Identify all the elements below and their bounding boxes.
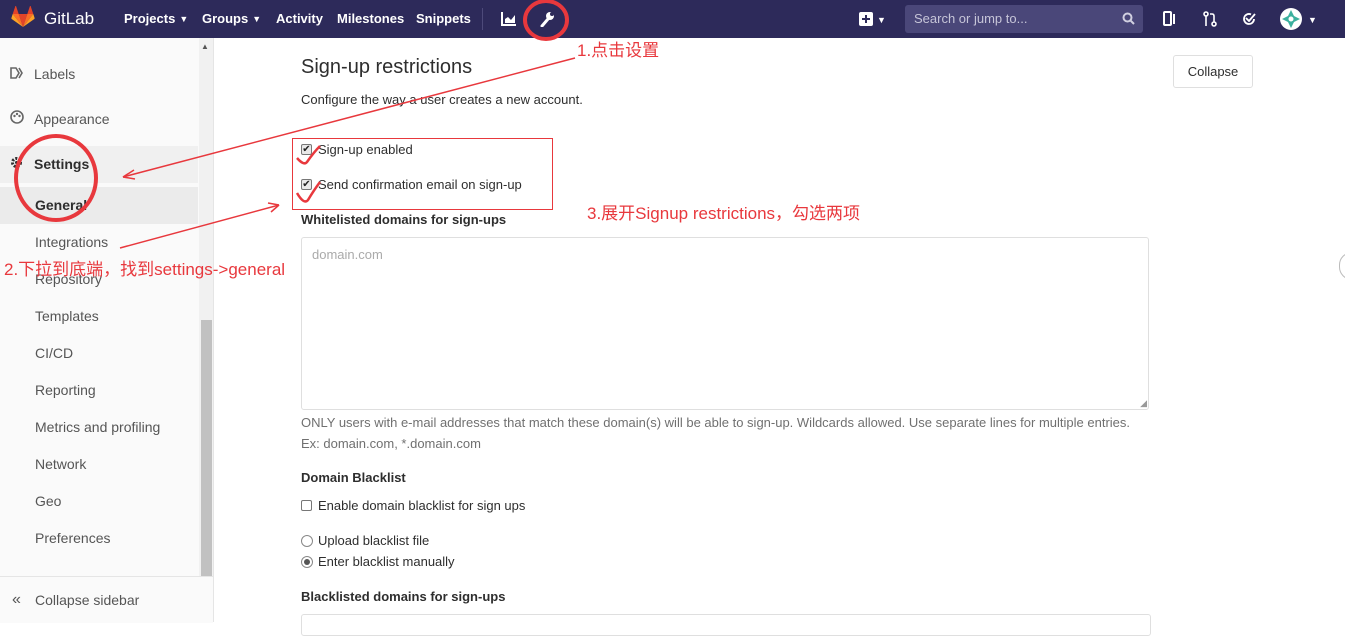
sidebar-sub-geo[interactable]: Geo bbox=[0, 483, 198, 520]
annotation-step-3: 3.展开Signup restrictions，勾选两项 bbox=[587, 204, 861, 223]
search-placeholder: Search or jump to... bbox=[914, 11, 1028, 26]
sidebar-sub-metrics[interactable]: Metrics and profiling bbox=[0, 409, 198, 446]
manual-blacklist-label[interactable]: Enter blacklist manually bbox=[318, 552, 455, 572]
sidebar-item-label: Labels bbox=[34, 66, 76, 82]
sidebar-sub-label: Metrics and profiling bbox=[35, 419, 161, 435]
nav-milestones[interactable]: Milestones bbox=[337, 0, 404, 38]
nav-snippets[interactable]: Snippets bbox=[416, 0, 471, 38]
search-icon bbox=[1122, 5, 1135, 33]
collapse-section-button[interactable]: Collapse bbox=[1173, 55, 1253, 88]
sidebar-sub-label: Templates bbox=[35, 308, 99, 324]
scroll-up-arrow-icon[interactable]: ▲ bbox=[201, 42, 209, 51]
nav-projects[interactable]: Projects ▼ bbox=[124, 0, 188, 38]
whitelist-placeholder: domain.com bbox=[312, 247, 383, 262]
sidebar-sub-label: General bbox=[35, 197, 88, 213]
chevron-down-icon: ▼ bbox=[179, 14, 189, 24]
upload-blacklist-radio[interactable] bbox=[301, 535, 313, 547]
wrench-icon[interactable] bbox=[539, 0, 555, 38]
sidebar-item-settings[interactable]: Settings bbox=[0, 146, 198, 183]
chevron-down-icon: ▼ bbox=[252, 14, 262, 24]
nav-divider bbox=[482, 8, 483, 30]
nav-projects-label: Projects bbox=[124, 11, 176, 26]
top-navbar: GitLab Projects ▼ Groups ▼ Activity Milest… bbox=[0, 0, 1345, 38]
tanuki-icon bbox=[11, 5, 35, 27]
blacklisted-domains-label: Blacklisted domains for sign-ups bbox=[301, 589, 506, 604]
new-item-icon[interactable]: ▼ bbox=[859, 0, 886, 38]
sidebar-sub-label: Geo bbox=[35, 493, 62, 509]
sidebar-sub-label: CI/CD bbox=[35, 345, 74, 361]
section-title: Sign-up restrictions bbox=[301, 56, 473, 78]
blacklist-enable-checkbox[interactable] bbox=[301, 500, 312, 511]
floating-edge-button[interactable] bbox=[1339, 252, 1345, 280]
sidebar-item-label: Appearance bbox=[34, 111, 110, 127]
sidebar-sub-preferences[interactable]: Preferences bbox=[0, 520, 198, 557]
annotation-step-2: 2.下拉到底端，找到settings->general bbox=[4, 260, 286, 279]
sidebar-sub-templates[interactable]: Templates bbox=[0, 298, 198, 335]
blacklisted-domains-textarea[interactable] bbox=[301, 614, 1151, 636]
avatar-icon bbox=[1280, 8, 1302, 30]
sidebar-sub-label: Preferences bbox=[35, 530, 111, 546]
chart-icon[interactable] bbox=[501, 0, 517, 38]
nav-groups[interactable]: Groups ▼ bbox=[202, 0, 261, 38]
section-description: Configure the way a user creates a new a… bbox=[301, 92, 583, 107]
whitelist-help-text: ONLY users with e-mail addresses that ma… bbox=[301, 415, 1130, 451]
annotation-arrowhead-2 bbox=[267, 202, 280, 213]
sidebar-sub-label: Network bbox=[35, 456, 87, 472]
nav-activity[interactable]: Activity bbox=[276, 0, 323, 38]
sidebar-sub-general[interactable]: General bbox=[0, 187, 198, 224]
sidebar-item-label: Settings bbox=[34, 156, 90, 172]
labels-icon bbox=[10, 56, 24, 93]
appearance-icon bbox=[10, 101, 24, 138]
settings-icon bbox=[10, 146, 23, 183]
sidebar-sub-label: Reporting bbox=[35, 382, 96, 398]
sidebar-sub-network[interactable]: Network bbox=[0, 446, 198, 483]
domain-blacklist-heading: Domain Blacklist bbox=[301, 470, 406, 485]
upload-blacklist-label[interactable]: Upload blacklist file bbox=[318, 531, 429, 551]
double-chevron-left-icon: « bbox=[12, 591, 21, 608]
gitlab-logo[interactable] bbox=[11, 0, 35, 38]
nav-groups-label: Groups bbox=[202, 11, 249, 26]
sidebar-item-labels[interactable]: Labels bbox=[0, 56, 198, 93]
manual-blacklist-radio[interactable] bbox=[301, 556, 313, 568]
chevron-down-icon: ▼ bbox=[877, 15, 886, 25]
merge-request-icon[interactable] bbox=[1203, 0, 1217, 38]
issues-icon[interactable] bbox=[1163, 0, 1177, 38]
search-input[interactable]: Search or jump to... bbox=[905, 5, 1143, 33]
collapse-sidebar-label: Collapse sidebar bbox=[35, 592, 140, 608]
sidebar-sub-cicd[interactable]: CI/CD bbox=[0, 335, 198, 372]
annotation-highlight-box bbox=[292, 138, 553, 210]
user-avatar[interactable]: ▼ bbox=[1280, 0, 1317, 38]
whitelist-domains-textarea[interactable]: domain.com ◢ bbox=[301, 237, 1149, 410]
whitelist-label: Whitelisted domains for sign-ups bbox=[301, 212, 507, 227]
todo-icon[interactable] bbox=[1242, 0, 1256, 38]
sidebar-sub-reporting[interactable]: Reporting bbox=[0, 372, 198, 409]
collapse-sidebar-button[interactable]: « Collapse sidebar bbox=[0, 576, 213, 623]
sidebar-scroll-thumb[interactable] bbox=[201, 320, 212, 576]
resize-handle-icon[interactable]: ◢ bbox=[1140, 398, 1147, 409]
blacklist-enable-label[interactable]: Enable domain blacklist for sign ups bbox=[318, 496, 525, 516]
brand-name[interactable]: GitLab bbox=[44, 0, 94, 38]
sidebar-item-appearance[interactable]: Appearance bbox=[0, 101, 198, 138]
chevron-down-icon: ▼ bbox=[1308, 15, 1317, 25]
annotation-step-1: 1.点击设置 bbox=[577, 41, 660, 60]
admin-sidebar: Labels Appearance Settings General Integ… bbox=[0, 38, 214, 623]
